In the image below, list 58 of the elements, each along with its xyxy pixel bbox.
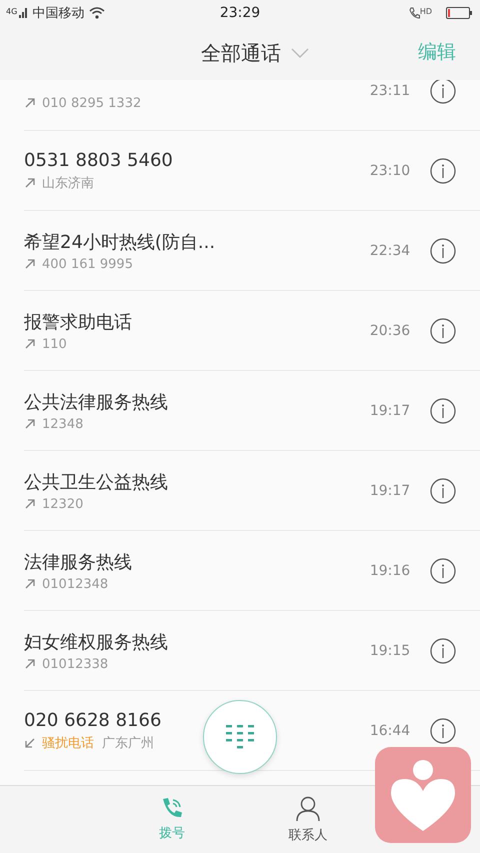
call-detail: 400 161 9995 [42,256,133,272]
call-detail: 01012338 [42,656,108,672]
info-icon[interactable] [430,78,456,104]
info-icon[interactable] [430,238,456,264]
status-time: 23:29 [220,5,260,21]
contact-name: 报警求助电话 [24,310,133,334]
contact-name: 020 6628 8166 [24,710,162,730]
call-detail: 山东济南 [42,174,94,192]
info-icon[interactable] [430,558,456,584]
info-icon[interactable] [430,318,456,344]
spam-label: 骚扰电话 [42,734,94,752]
call-detail: 01012348 [42,576,108,592]
outgoing-call-icon [24,658,36,670]
outgoing-call-icon [24,338,36,350]
screen-title[interactable]: 全部通话 [201,40,281,66]
nav-tab[interactable]: 联系人 [272,786,344,853]
contact-name: 希望24小时热线(防自... [24,230,216,254]
call-detail: 010 8295 1332 [42,96,142,110]
call-time: 20:36 [368,322,412,338]
call-detail: 12348 [42,416,84,432]
contact-name: 公共法律服务热线 [24,390,169,414]
info-icon[interactable] [430,478,456,504]
call-detail: 110 [42,336,67,352]
hd-label: HD [420,7,432,16]
carrier-name: 中国移动 [32,5,84,22]
call-detail: 12320 [42,496,84,512]
info-icon[interactable] [430,718,456,744]
signal-icon [19,8,28,18]
contact-name: 法律服务热线 [24,550,133,574]
incoming-call-icon [24,736,36,748]
outgoing-call-icon [24,578,36,590]
call-time: 19:15 [368,642,412,658]
call-time: 19:17 [368,402,412,418]
call-time: 19:17 [368,482,412,498]
wifi-icon [89,7,106,19]
call-time: 22:34 [368,242,412,258]
contact-name: 妇女维权服务热线 [24,630,169,654]
network-type: 4G [6,7,18,16]
contact-name: 0531 8803 5460 [24,150,174,170]
call-time: 23:10 [368,162,412,178]
outgoing-call-icon [24,498,36,510]
person-icon [296,796,320,822]
dialpad-icon [224,723,256,751]
info-icon[interactable] [430,158,456,184]
call-time: 16:44 [368,722,412,738]
call-time: 23:11 [368,82,412,98]
call-detail: 广东广州 [102,734,154,752]
outgoing-call-icon [24,176,36,188]
info-icon[interactable] [430,398,456,424]
phone-icon [408,7,420,19]
outgoing-call-icon [24,97,36,109]
battery-icon [446,7,472,19]
info-icon[interactable] [430,638,456,664]
outgoing-call-icon [24,418,36,430]
contact-name: 公共卫生公益热线 [24,470,169,494]
phone-icon [160,796,184,820]
call-time: 19:16 [368,562,412,578]
outgoing-call-icon [24,258,36,270]
